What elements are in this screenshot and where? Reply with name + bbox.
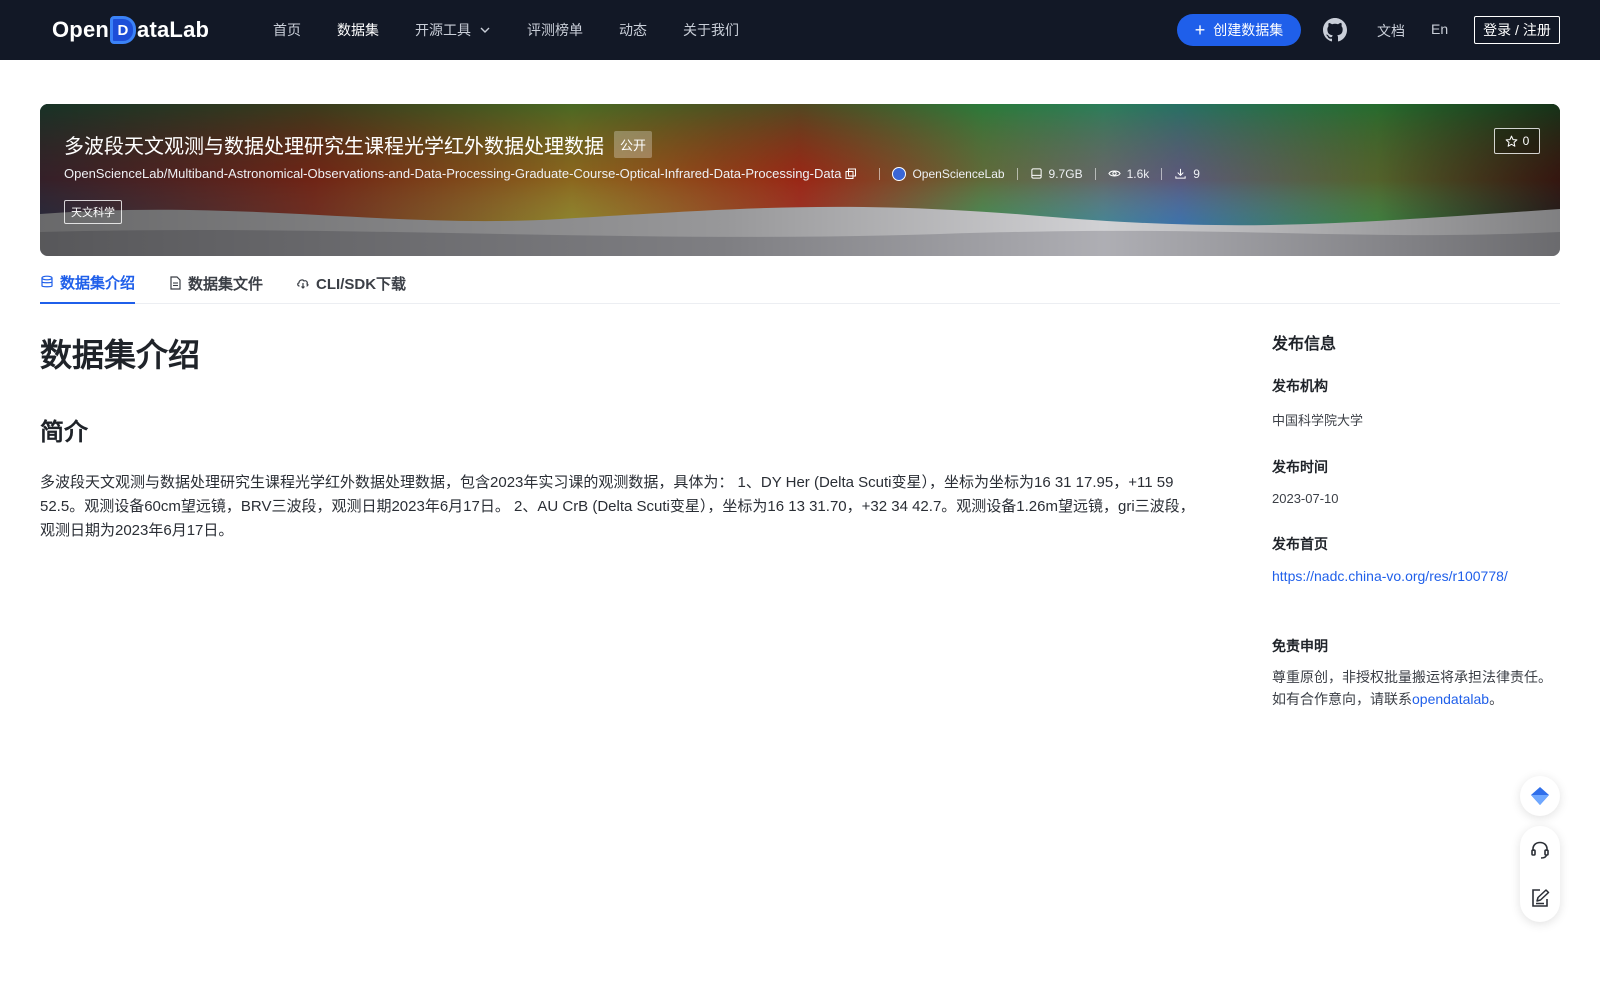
tab-label: 数据集介绍	[60, 274, 136, 292]
size-value: 9.7GB	[1048, 166, 1083, 181]
tab-dataset-intro[interactable]: 数据集介绍	[40, 262, 136, 304]
dataset-repo-id: OpenScienceLab/Multiband-Astronomical-Ob…	[64, 166, 842, 181]
publish-info-panel: 发布信息 发布机构 中国科学院大学 发布时间 2023-07-10 发布首页 h…	[1272, 330, 1562, 710]
dataset-banner: 多波段天文观测与数据处理研究生课程光学红外数据处理数据 公开 OpenScien…	[40, 104, 1560, 256]
main-nav: 首页 数据集 开源工具 评测榜单 动态 关于我们	[273, 0, 775, 60]
github-icon[interactable]	[1323, 18, 1347, 42]
nav-news[interactable]: 动态	[619, 20, 647, 40]
disclaimer-text: 尊重原创，非授权批量搬运将承担法律责任。 如有合作意向，请联系opendatal…	[1272, 666, 1562, 710]
floating-toolbar	[1520, 826, 1560, 922]
database-icon	[41, 275, 53, 288]
dataset-title-row: 多波段天文观测与数据处理研究生课程光学红外数据处理数据 公开	[64, 130, 653, 159]
publish-home-link[interactable]: https://nadc.china-vo.org/res/r100778/	[1272, 568, 1562, 584]
dataset-downloads: 9	[1174, 167, 1200, 181]
section-subheading: 简介	[40, 419, 88, 446]
dataset-meta-row: OpenScienceLab/Multiband-Astronomical-Ob…	[64, 166, 1200, 181]
disclaimer-line-2: 如有合作意向，请联系opendatalab。	[1272, 688, 1562, 710]
visibility-badge: 公开	[614, 131, 653, 158]
tab-dataset-files[interactable]: 数据集文件	[168, 262, 263, 304]
feedback-button[interactable]	[1520, 878, 1560, 918]
disclaimer-line-1: 尊重原创，非授权批量搬运将承担法律责任。	[1272, 669, 1552, 685]
tab-label: CLI/SDK下载	[316, 275, 407, 293]
logo-text-open: Open	[52, 17, 110, 42]
org-avatar	[892, 166, 907, 181]
opendatalab-logo[interactable]: Open D ataLab	[52, 14, 209, 46]
headset-icon	[1531, 841, 1549, 859]
publish-org-value: 中国科学院大学	[1272, 413, 1364, 428]
edit-note-icon	[1532, 889, 1550, 907]
star-icon	[1505, 135, 1518, 147]
top-navbar: Open D ataLab 首页 数据集 开源工具 评测榜单 动态 关于我们 +…	[0, 0, 1600, 60]
file-icon	[170, 276, 181, 290]
dataset-size: 9.7GB	[1030, 167, 1083, 181]
section-heading: 数据集介绍	[40, 337, 201, 373]
nav-open-tools-label: 开源工具	[415, 22, 471, 38]
publish-time-value: 2023-07-10	[1272, 491, 1339, 506]
star-count: 0	[1522, 134, 1530, 148]
cloud-download-icon	[297, 279, 309, 289]
chevron-down-icon	[480, 27, 490, 33]
divider	[1094, 167, 1096, 180]
opendatalab-contact-link[interactable]: opendatalab	[1412, 691, 1489, 707]
language-switch[interactable]: En	[1431, 21, 1448, 37]
publish-time-label: 发布时间	[1272, 459, 1328, 475]
publish-home-label: 发布首页	[1272, 536, 1328, 552]
nav-docs[interactable]: 文档	[1377, 21, 1405, 41]
nav-datasets[interactable]: 数据集	[337, 20, 379, 40]
org-name: OpenScienceLab	[912, 166, 1005, 181]
divider	[1161, 167, 1163, 180]
org-link[interactable]: OpenScienceLab	[892, 166, 1005, 181]
logo-text-datalab: ataLab	[137, 17, 210, 42]
disclaimer-suffix: 。	[1489, 691, 1504, 707]
assistant-button[interactable]	[1520, 776, 1560, 816]
divider	[879, 167, 881, 180]
copy-icon[interactable]	[845, 168, 857, 180]
disclaimer-prefix: 如有合作意向，请联系	[1272, 691, 1412, 707]
disclaimer-label: 免责申明	[1272, 638, 1328, 654]
tab-label: 数据集文件	[188, 275, 264, 293]
eye-icon	[1107, 170, 1121, 177]
create-dataset-button[interactable]: + 创建数据集	[1177, 14, 1301, 46]
dataset-views: 1.6k	[1107, 166, 1150, 181]
storage-icon	[1030, 168, 1042, 179]
star-button[interactable]: 0	[1494, 128, 1540, 154]
dataset-title: 多波段天文观测与数据处理研究生课程光学红外数据处理数据	[64, 136, 604, 158]
login-register-button[interactable]: 登录 / 注册	[1474, 16, 1560, 44]
dataset-tabs: 数据集介绍 数据集文件 CLI/SDK下载	[40, 262, 1560, 304]
customer-service-button[interactable]	[1520, 830, 1560, 870]
downloads-value: 9	[1193, 166, 1200, 181]
plus-icon: +	[1194, 20, 1206, 40]
dataset-intro-content: 数据集介绍 简介 多波段天文观测与数据处理研究生课程光学红外数据处理数据，包含2…	[40, 330, 1200, 543]
tag-astronomy[interactable]: 天文科学	[64, 200, 122, 224]
publish-org-label: 发布机构	[1272, 378, 1328, 394]
nav-open-tools[interactable]: 开源工具	[415, 20, 491, 40]
intro-paragraph: 多波段天文观测与数据处理研究生课程光学红外数据处理数据，包含2023年实习课的观…	[40, 474, 1195, 539]
diamond-logo-icon	[1531, 787, 1549, 805]
nav-home[interactable]: 首页	[273, 20, 301, 40]
tab-cli-sdk-download[interactable]: CLI/SDK下载	[296, 262, 406, 304]
nav-about[interactable]: 关于我们	[683, 20, 739, 40]
download-icon	[1175, 168, 1186, 179]
publish-info-heading: 发布信息	[1272, 336, 1337, 353]
nav-leaderboard[interactable]: 评测榜单	[527, 20, 583, 40]
divider	[1016, 167, 1018, 180]
create-dataset-label: 创建数据集	[1213, 22, 1284, 38]
logo-mark: D	[110, 16, 137, 44]
views-value: 1.6k	[1126, 166, 1150, 181]
